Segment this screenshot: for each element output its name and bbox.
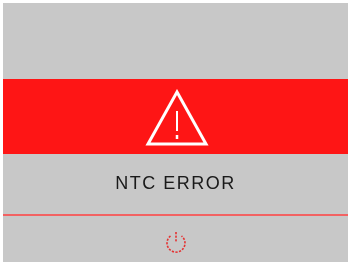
warning-icon — [145, 88, 209, 147]
error-panel: NTC ERROR — [3, 3, 348, 262]
power-icon[interactable] — [161, 227, 191, 257]
divider — [3, 214, 348, 216]
error-message: NTC ERROR — [115, 173, 236, 193]
device-screen: NTC ERROR — [0, 0, 351, 265]
